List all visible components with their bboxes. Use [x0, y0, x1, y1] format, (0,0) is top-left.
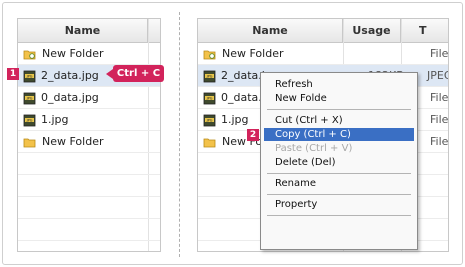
jpeg-file-icon: JPG — [203, 114, 216, 126]
file-type: JPEG — [427, 69, 448, 82]
folder-icon — [23, 138, 36, 148]
file-type: File — [430, 113, 449, 126]
menu-item-refresh[interactable]: Refresh — [264, 78, 414, 91]
column-header-name[interactable]: Name — [198, 19, 343, 43]
folder-icon — [203, 138, 216, 148]
step-badge-2: 2 — [247, 129, 259, 141]
folder-link-icon — [203, 50, 216, 60]
panel-divider — [179, 12, 180, 257]
file-name: 2_data.jpg — [41, 69, 99, 82]
svg-text:JPG: JPG — [26, 74, 33, 78]
menu-item-rename[interactable]: Rename — [264, 177, 414, 190]
column-header-row: Name Usage T — [198, 19, 448, 43]
empty-row — [18, 197, 160, 219]
column-header-name[interactable]: Name — [18, 19, 148, 43]
file-name: 1.jpg — [41, 113, 69, 126]
file-list-before: Name New Folder JPG 2_data.jpg JPG 0_data.… — [17, 18, 161, 252]
empty-row — [18, 219, 160, 241]
file-row[interactable]: JPG 0_data.jpg — [18, 87, 160, 109]
file-name: 1.jpg — [221, 113, 249, 126]
svg-text:JPG: JPG — [206, 74, 213, 78]
file-type: File — [430, 135, 449, 148]
menu-item-property[interactable]: Property — [264, 198, 414, 211]
jpeg-file-icon: JPG — [23, 70, 36, 82]
empty-row — [18, 153, 160, 175]
file-name: New Folder — [42, 135, 104, 148]
file-row[interactable]: New Folder — [18, 131, 160, 153]
file-name: New Folder — [42, 47, 104, 60]
menu-separator — [267, 215, 411, 216]
jpeg-file-icon: JPG — [203, 70, 216, 82]
svg-text:JPG: JPG — [26, 96, 33, 100]
jpeg-file-icon: JPG — [23, 92, 36, 104]
file-row[interactable]: New Folder — [18, 43, 160, 65]
menu-item-copy[interactable]: Copy (Ctrl + C) — [264, 128, 414, 141]
file-name: 0_data.jpg — [41, 91, 99, 104]
file-row[interactable]: JPG 1.jpg — [18, 109, 160, 131]
menu-item-cut[interactable]: Cut (Ctrl + X) — [264, 114, 414, 127]
column-header-usage[interactable]: Usage — [343, 19, 401, 43]
menu-separator — [267, 194, 411, 195]
file-row[interactable]: New Folder File — [198, 43, 448, 65]
menu-item-delete[interactable]: Delete (Del) — [264, 156, 414, 169]
file-name: New Folder — [222, 47, 284, 60]
menu-item-paste[interactable]: Paste (Ctrl + V) — [264, 142, 414, 155]
empty-row — [18, 175, 160, 197]
jpeg-file-icon: JPG — [23, 114, 36, 126]
column-header-type[interactable]: T — [401, 19, 448, 43]
folder-link-icon — [23, 50, 36, 60]
menu-item-new-folder[interactable]: New Folde — [264, 92, 414, 105]
jpeg-file-icon: JPG — [203, 92, 216, 104]
context-menu: Refresh New Folde Cut (Ctrl + X) Copy (C… — [260, 72, 418, 250]
menu-separator — [267, 173, 411, 174]
svg-text:JPG: JPG — [26, 118, 33, 122]
step-badge-1: 1 — [7, 68, 19, 80]
svg-text:JPG: JPG — [206, 118, 213, 122]
file-type: File — [430, 91, 449, 104]
menu-separator — [267, 109, 411, 110]
shortcut-callout: Ctrl + C — [106, 65, 164, 82]
file-type: File — [430, 47, 449, 60]
column-header-row: Name — [18, 19, 160, 43]
svg-text:JPG: JPG — [206, 96, 213, 100]
